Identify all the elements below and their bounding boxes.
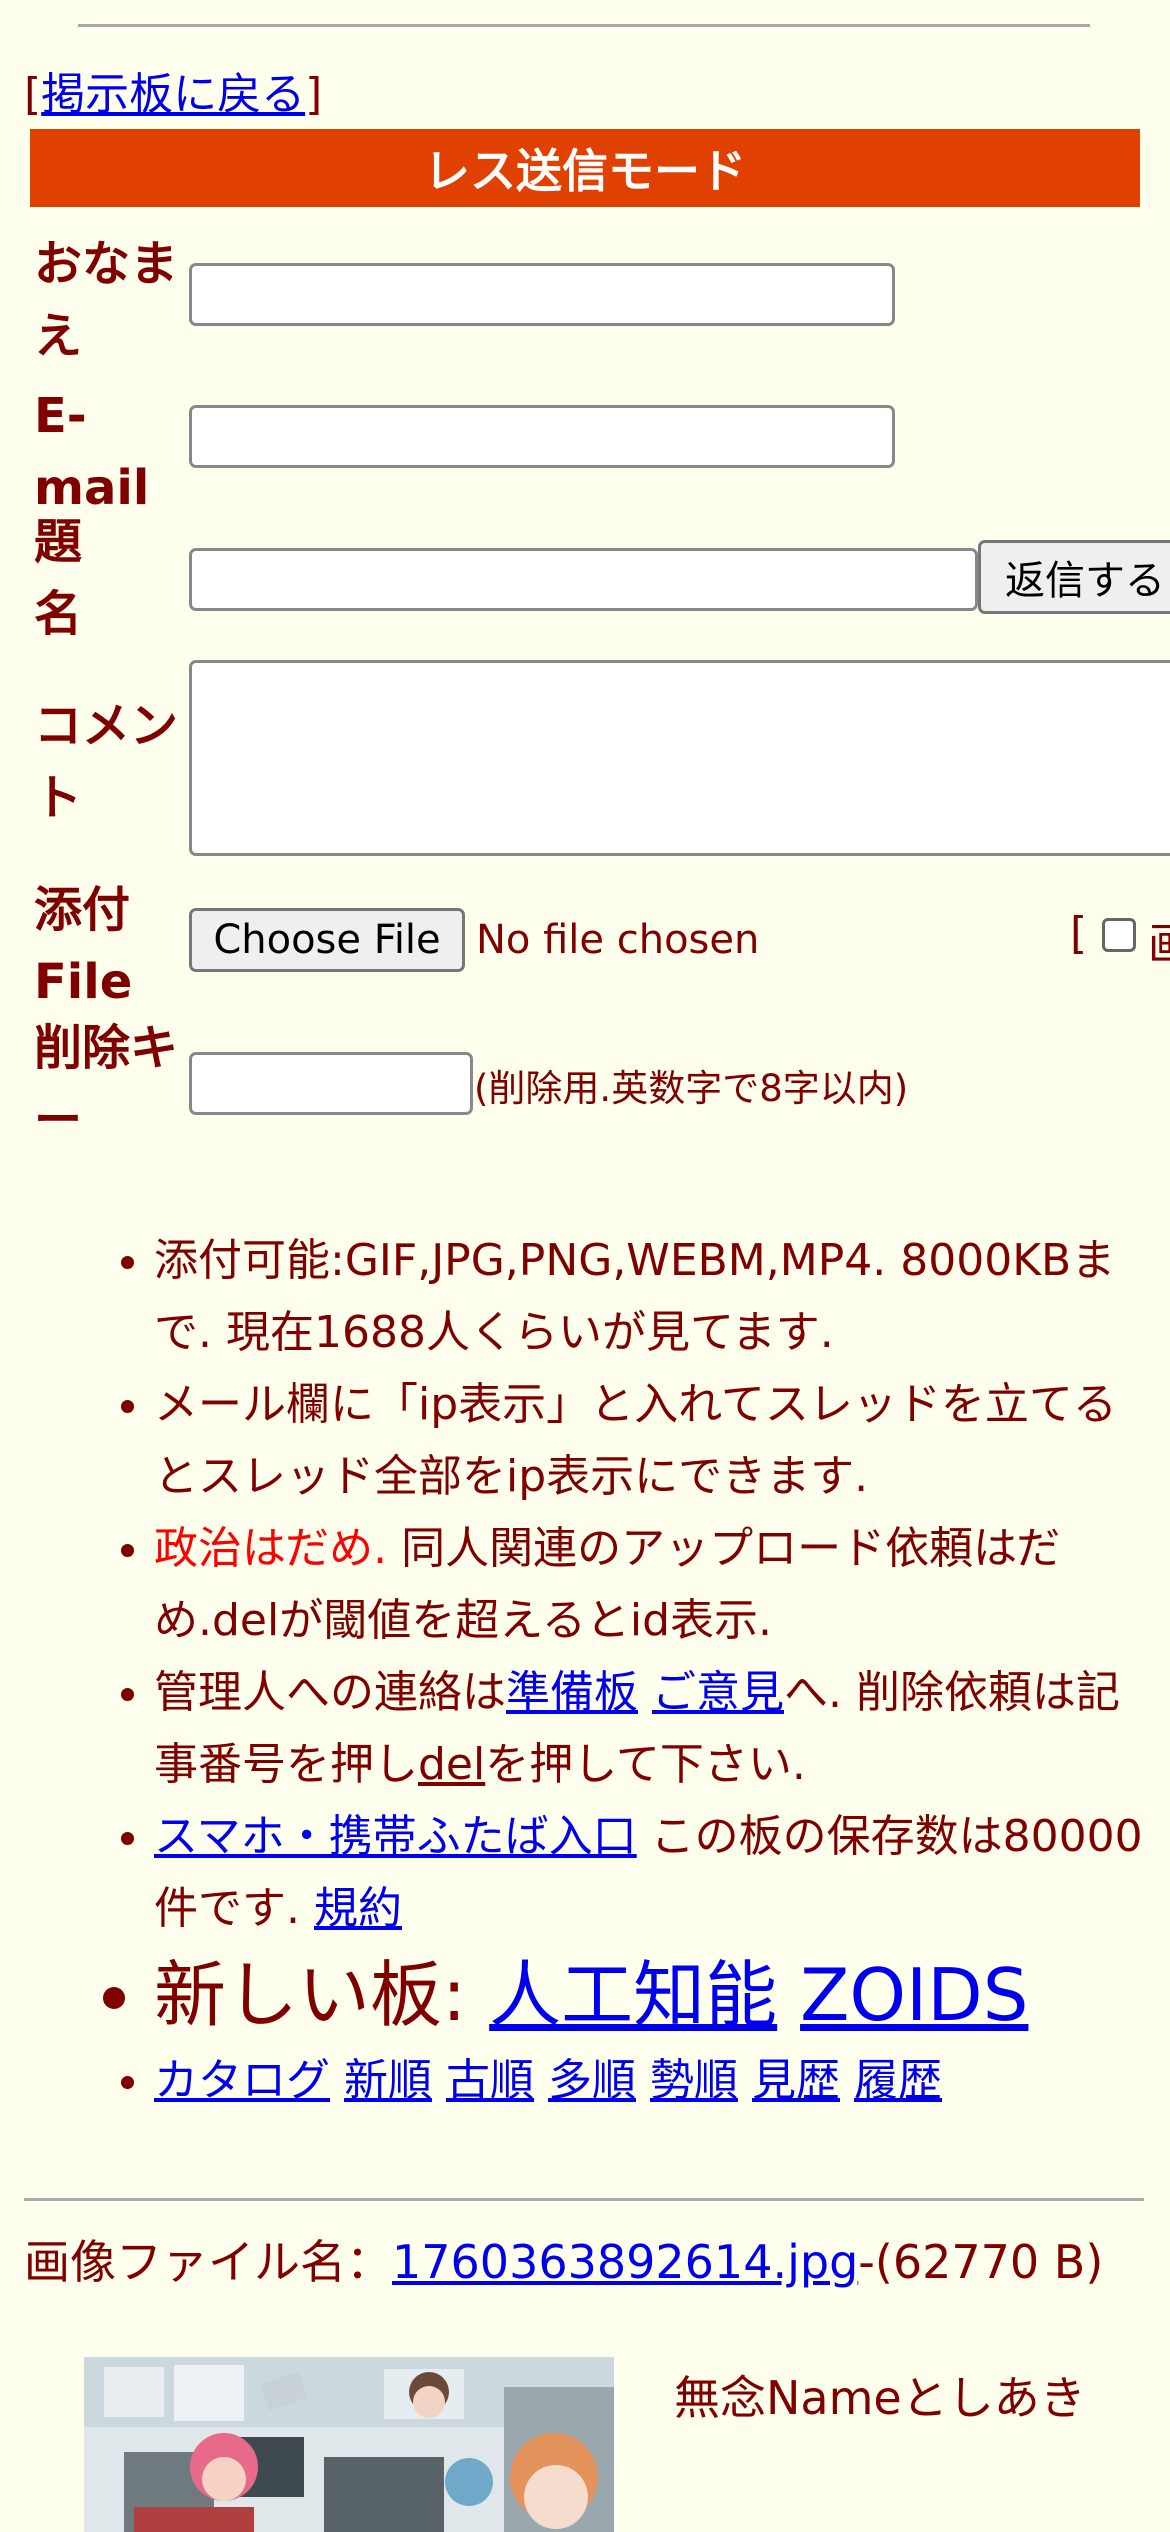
board-notes-list: 添付可能:GIF,JPG,PNG,WEBM,MP4. 8000KBまで. 現在1… xyxy=(0,1225,1160,2117)
image-file-link[interactable]: 1760363892614.jpg xyxy=(392,2235,858,2289)
choose-file-button[interactable]: Choose File xyxy=(189,908,465,972)
section-divider xyxy=(24,2198,1144,2201)
subject-label: 題名 xyxy=(34,514,83,642)
note-attachments: 添付可能:GIF,JPG,PNG,WEBM,MP4. 8000KBまで. 現在1… xyxy=(154,1225,1160,1369)
viewed-history-link[interactable]: 見歴 xyxy=(752,2055,840,2106)
delete-key-label: 削除キー xyxy=(34,1020,179,1148)
note-mobile: スマホ・携帯ふたば入口 この板の保存数は80000件です. 規約 xyxy=(154,1801,1160,1945)
sort-many-link[interactable]: 多順 xyxy=(548,2055,636,2106)
anime-office-image xyxy=(84,2357,614,2532)
no-file-status: No file chosen xyxy=(476,917,760,963)
catalog-link[interactable]: カタログ xyxy=(154,2055,330,2106)
email-input[interactable] xyxy=(189,405,895,468)
mobile-entrance-link[interactable]: スマホ・携帯ふたば入口 xyxy=(154,1811,637,1862)
feedback-link[interactable]: ご意見 xyxy=(652,1667,784,1718)
post-history-link[interactable]: 履歴 xyxy=(854,2055,942,2106)
sort-old-link[interactable]: 古順 xyxy=(446,2055,534,2106)
note-politics-warning: 政治はだめ. xyxy=(154,1523,388,1574)
option-bracket: [ xyxy=(1070,908,1088,959)
prep-board-link[interactable]: 準備板 xyxy=(506,1667,638,1718)
image-option-label: 画 xyxy=(1148,908,1170,972)
image-option-checkbox[interactable] xyxy=(1102,918,1136,952)
delete-key-input[interactable] xyxy=(189,1052,473,1115)
poster-name: 無念Nameとしあき xyxy=(674,2371,1086,2425)
delete-key-hint: (削除用.英数字で8字以内) xyxy=(474,1067,909,1110)
note-contact: 管理人への連絡は準備板 ご意見へ. 削除依頼は記事番号を押しdelを押して下さい… xyxy=(154,1657,1160,1801)
subject-input[interactable] xyxy=(189,548,978,611)
reply-submit-button[interactable]: 返信する xyxy=(978,540,1170,614)
file-label: 添付File xyxy=(34,882,133,1010)
top-divider xyxy=(78,24,1090,27)
back-nav: [掲示板に戻る] xyxy=(24,69,323,120)
name-label: おなまえ xyxy=(34,236,179,364)
back-to-board-link[interactable]: 掲示板に戻る xyxy=(41,69,305,120)
sort-new-link[interactable]: 新順 xyxy=(344,2055,432,2106)
image-file-info: 画像ファイル名：1760363892614.jpg-(62770 B) xyxy=(24,2235,1104,2289)
note-ip-display: メール欄に「ip表示」と入れてスレッドを立てるとスレッド全部をip表示にできます… xyxy=(154,1369,1160,1513)
note-sort-links: カタログ 新順 古順 多順 勢順 見歴 履歴 xyxy=(154,2045,1160,2117)
note-new-boards: 新しい板: 人工知能 ZOIDS xyxy=(154,1945,1160,2045)
post-thumbnail[interactable] xyxy=(84,2357,614,2532)
comment-textarea[interactable] xyxy=(189,660,1170,856)
email-label: E-mail xyxy=(34,388,150,516)
ai-board-link[interactable]: 人工知能 xyxy=(489,1953,777,2037)
zoids-board-link[interactable]: ZOIDS xyxy=(800,1953,1028,2037)
reply-mode-title: レス送信モード xyxy=(424,144,746,198)
terms-link[interactable]: 規約 xyxy=(314,1883,402,1934)
name-input[interactable] xyxy=(189,263,895,326)
note-rules: 政治はだめ. 同人関連のアップロード依頼はだめ.delが閾値を超えるとid表示. xyxy=(154,1513,1160,1657)
del-link[interactable]: del xyxy=(418,1739,485,1790)
sort-momentum-link[interactable]: 勢順 xyxy=(650,2055,738,2106)
reply-mode-banner: レス送信モード xyxy=(30,129,1140,207)
comment-label: コメント xyxy=(34,698,179,826)
